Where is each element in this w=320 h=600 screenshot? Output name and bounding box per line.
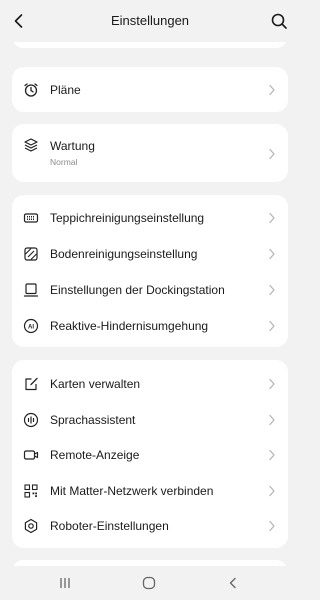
settings-item-robot-settings[interactable]: Roboter-Einstellungen: [12, 508, 288, 544]
settings-item-matter-network[interactable]: Mit Matter-Netzwerk verbinden: [12, 473, 288, 509]
settings-card-robot: Karten verwalten Sprachassistent Remote-…: [12, 360, 288, 548]
settings-item-label: Karten verwalten: [50, 377, 141, 391]
recents-icon[interactable]: [58, 576, 72, 590]
alarm-clock-icon: [23, 82, 39, 98]
page-title: Einstellungen: [110, 13, 190, 28]
settings-item-manage-maps[interactable]: Karten verwalten: [12, 366, 288, 402]
settings-card-maintenance: Wartung Normal: [12, 124, 288, 182]
settings-item-label: Roboter-Einstellungen: [50, 519, 169, 533]
floor-icon: [23, 246, 39, 262]
dock-icon: [23, 282, 39, 298]
carpet-icon: [23, 210, 39, 226]
chevron-right-icon: [268, 378, 276, 390]
chevron-right-icon: [268, 248, 276, 260]
chevron-right-icon: [268, 284, 276, 296]
settings-item-label: Reaktive-Hindernisumgehung: [50, 319, 209, 333]
chevron-right-icon: [268, 520, 276, 532]
settings-item-label: Teppichreinigungseinstellung: [50, 211, 205, 225]
hexagon-gear-icon: [23, 518, 39, 534]
maintenance-status: Normal: [50, 157, 78, 167]
settings-item-label: Einstellungen der Dockingstation: [50, 283, 225, 297]
chevron-right-icon: [268, 320, 276, 332]
settings-item-obstacle-avoidance[interactable]: AI Reaktive-Hindernisumgehung: [12, 308, 288, 344]
settings-item-carpet-cleaning[interactable]: Teppichreinigungseinstellung: [12, 200, 288, 236]
svg-text:AI: AI: [28, 324, 34, 330]
ai-icon: AI: [23, 318, 39, 334]
home-icon[interactable]: [142, 576, 156, 590]
video-icon: [23, 447, 39, 463]
settings-item-maintenance[interactable]: Wartung Normal: [12, 135, 288, 171]
voice-icon: [23, 412, 39, 428]
chevron-right-icon: [268, 485, 276, 497]
settings-item-plans[interactable]: Pläne: [12, 72, 288, 108]
settings-item-voice-assistant[interactable]: Sprachassistent: [12, 402, 288, 438]
chevron-right-icon: [268, 212, 276, 224]
settings-item-docking-station[interactable]: Einstellungen der Dockingstation: [12, 272, 288, 308]
chevron-right-icon: [268, 84, 276, 96]
settings-item-label: Remote-Anzeige: [50, 448, 140, 462]
settings-item-label: Pläne: [50, 83, 81, 97]
map-edit-icon: [23, 376, 39, 392]
chevron-right-icon: [268, 449, 276, 461]
settings-item-floor-cleaning[interactable]: Bodenreinigungseinstellung: [12, 236, 288, 272]
settings-item-label: Sprachassistent: [50, 413, 136, 427]
system-nav-bar: [0, 566, 300, 600]
settings-item-remote-view[interactable]: Remote-Anzeige: [12, 437, 288, 473]
settings-card-plans: Pläne: [12, 67, 288, 112]
settings-item-label: Mit Matter-Netzwerk verbinden: [50, 484, 214, 498]
layers-icon: [23, 137, 39, 153]
settings-card-cleaning: Teppichreinigungseinstellung Bodenreinig…: [12, 195, 288, 347]
chevron-right-icon: [268, 148, 276, 160]
qr-code-icon: [23, 483, 39, 499]
settings-item-label: Bodenreinigungseinstellung: [50, 247, 198, 261]
settings-item-label: Wartung: [50, 139, 95, 153]
chevron-right-icon: [268, 414, 276, 426]
top-bar: Einstellungen: [0, 0, 300, 42]
back-icon[interactable]: [226, 576, 240, 590]
search-icon[interactable]: [270, 12, 288, 30]
